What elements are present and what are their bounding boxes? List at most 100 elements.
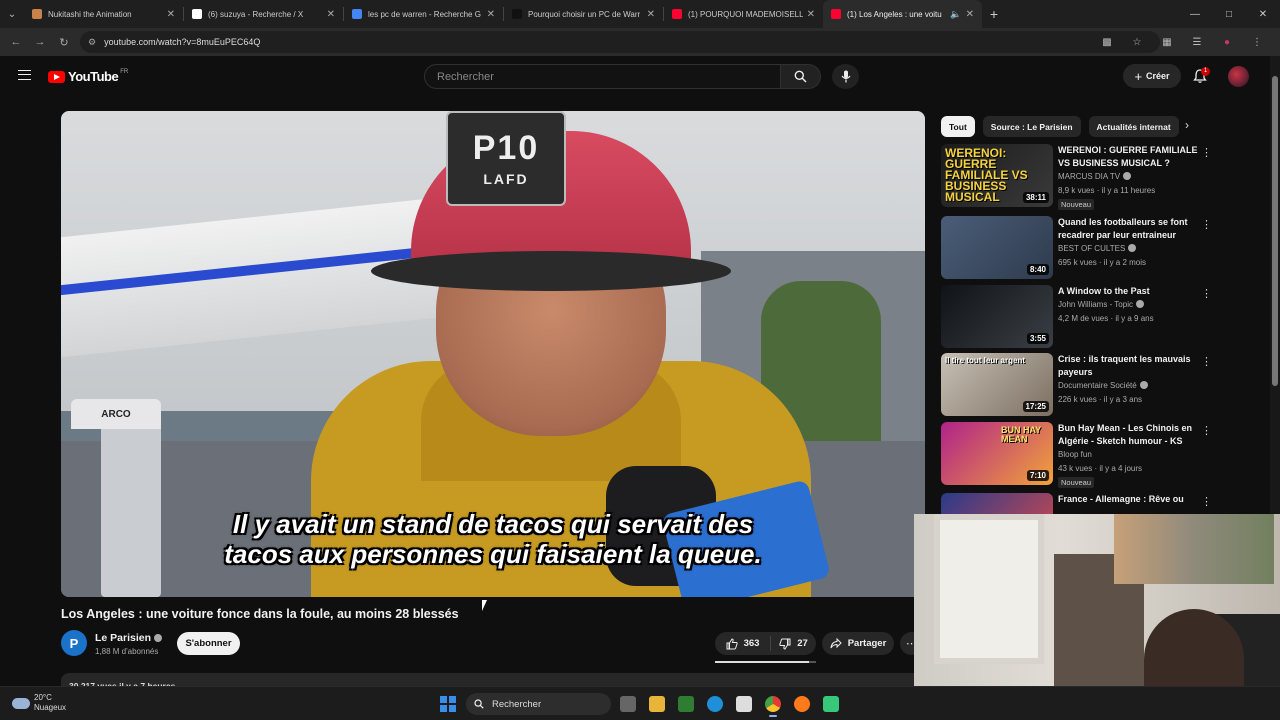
more-options-icon[interactable]: ⋮ (1201, 424, 1212, 437)
browser-tab-0[interactable]: Nukitashi the Animation ✕ (24, 0, 183, 28)
scrollbar-thumb[interactable] (1272, 76, 1278, 386)
firefox-icon[interactable] (794, 696, 810, 712)
recommended-video[interactable]: 8:40 Quand les footballeurs se font recad… (941, 216, 1261, 280)
address-bar[interactable]: ⚙ youtube.com/watch?v=8muEuPEC64Q (80, 31, 1160, 53)
install-app-icon[interactable]: ▩ (1092, 37, 1122, 48)
recommended-channel[interactable]: Bloop fun (1058, 449, 1092, 461)
tab-title: (1) POURQUOI MADEMOISELLE (688, 9, 803, 19)
tab-audio-icon[interactable]: 🔈 (950, 9, 961, 20)
search-button[interactable] (781, 64, 821, 89)
more-options-icon[interactable]: ⋮ (1201, 355, 1212, 368)
recommended-meta: 226 k vues · il y a 3 ans (1058, 395, 1143, 404)
profile-icon[interactable]: ● (1212, 37, 1242, 48)
bookmark-star-icon[interactable]: ☆ (1122, 37, 1152, 48)
recommended-video-title: Crise : ils traquent les mauvais payeurs (1058, 354, 1191, 377)
more-options-icon[interactable]: ⋮ (1201, 146, 1212, 159)
discord-like-app-icon[interactable] (823, 696, 839, 712)
browser-toolbar: ← → ↻ ⚙ youtube.com/watch?v=8muEuPEC64Q … (0, 28, 1280, 56)
video-thumbnail[interactable]: WERENOI: GUERRE FAMILIALE VS BUSINESS MU… (941, 144, 1053, 207)
tab-favicon-icon (831, 9, 841, 19)
chrome-browser-icon[interactable] (765, 696, 781, 717)
station-sign: ARCO (71, 399, 161, 429)
channel-name[interactable]: Le Parisien (95, 632, 163, 644)
more-options-icon[interactable]: ⋮ (1201, 495, 1212, 508)
extensions-puzzle-icon[interactable]: ▦ (1152, 37, 1182, 48)
weather-temperature: 20°C (34, 693, 52, 702)
media-control-icon[interactable]: ☰ (1182, 37, 1212, 48)
recommended-video[interactable]: Il tire tout leur argent 17:25 Crise : ils… (941, 353, 1261, 417)
tab-title: (1) Los Angeles : une voitu (847, 9, 942, 19)
back-arrow-icon[interactable]: ← (4, 36, 28, 48)
tab-search-chevron-icon[interactable]: ⌄ (0, 0, 24, 28)
edge-browser-icon[interactable] (707, 696, 723, 712)
maximize-icon[interactable]: □ (1212, 0, 1246, 28)
tab-title: Nukitashi the Animation (48, 9, 132, 19)
recommended-video[interactable]: BUN HAY MEAN 7:10 Bun Hay Mean - Les Chino… (941, 422, 1261, 488)
taskbar-search[interactable]: Rechercher (466, 693, 611, 715)
tab-close-icon[interactable]: ✕ (167, 9, 175, 20)
site-info-icon[interactable]: ⚙ (88, 37, 96, 48)
account-avatar[interactable] (1228, 66, 1249, 87)
recommended-channel-name: Bloop fun (1058, 450, 1092, 459)
channel-name-text: Le Parisien (95, 632, 152, 644)
reload-icon[interactable]: ↻ (52, 36, 76, 49)
more-options-icon[interactable]: ⋮ (1201, 218, 1212, 231)
subscribe-button[interactable]: S'abonner (177, 632, 240, 655)
thumbnail-caption: Il tire tout leur argent (945, 356, 1026, 365)
video-thumbnail[interactable]: BUN HAY MEAN 7:10 (941, 422, 1053, 485)
menu-hamburger-icon[interactable] (18, 70, 31, 80)
tab-title: les pc de warren - Recherche G (368, 9, 481, 19)
voice-search-button[interactable] (832, 64, 859, 89)
filter-chip-0[interactable]: Tout (941, 116, 975, 137)
recommended-channel[interactable]: MARCUS DIA TV (1058, 171, 1132, 183)
close-window-icon[interactable]: ✕ (1246, 0, 1280, 28)
dislike-button[interactable]: 27 (771, 638, 816, 650)
recommended-channel-name: MARCUS DIA TV (1058, 172, 1121, 181)
weather-widget[interactable]: 20°C Nuageux (12, 693, 66, 713)
browser-tab-3[interactable]: Pourquoi choisir un PC de Warr ✕ (504, 0, 663, 28)
tab-favicon-icon (672, 9, 682, 19)
browser-tab-4[interactable]: (1) POURQUOI MADEMOISELLE ✕ (664, 0, 823, 28)
windows-start-icon[interactable] (440, 696, 456, 712)
tab-close-icon[interactable]: ✕ (327, 9, 335, 20)
microsoft-store-icon[interactable] (736, 696, 752, 712)
video-thumbnail[interactable]: 3:55 (941, 285, 1053, 348)
share-button[interactable]: Partager (822, 632, 894, 655)
video-duration: 17:25 (1022, 401, 1049, 412)
video-thumbnail[interactable]: Il tire tout leur argent 17:25 (941, 353, 1053, 416)
recommended-channel[interactable]: BEST OF CULTES (1058, 243, 1137, 255)
video-thumbnail[interactable]: 8:40 (941, 216, 1053, 279)
chips-next-chevron-icon[interactable]: › (1185, 118, 1189, 132)
webcam-posters (1114, 514, 1274, 584)
filter-chip-2[interactable]: Actualités internat (1088, 116, 1179, 137)
tab-close-icon[interactable]: ✕ (966, 9, 974, 20)
task-view-icon[interactable] (620, 696, 636, 712)
tab-close-icon[interactable]: ✕ (487, 9, 495, 20)
recommended-video[interactable]: 3:55 A Window to the Past John Williams - … (941, 285, 1261, 349)
video-player[interactable]: ARCO P10 LAFD Il y avait un stand de tac… (61, 111, 925, 597)
browser-menu-icon[interactable]: ⋮ (1242, 37, 1272, 48)
browser-tab-5[interactable]: (1) Los Angeles : une voitu 🔈 ✕ (823, 0, 982, 28)
nvidia-icon[interactable] (678, 696, 694, 712)
more-options-icon[interactable]: ⋮ (1201, 287, 1212, 300)
recommended-channel[interactable]: John Williams - Topic (1058, 299, 1144, 311)
tab-close-icon[interactable]: ✕ (807, 9, 815, 20)
youtube-logo[interactable]: YouTube FR (48, 69, 128, 84)
browser-tab-1[interactable]: (6) suzuya - Recherche / X ✕ (184, 0, 343, 28)
recommended-channel[interactable]: Documentaire Société (1058, 380, 1148, 392)
tab-close-icon[interactable]: ✕ (647, 9, 655, 20)
minimize-icon[interactable]: — (1178, 0, 1212, 28)
browser-tab-2[interactable]: les pc de warren - Recherche G ✕ (344, 0, 503, 28)
create-button[interactable]: + Créer (1123, 64, 1181, 88)
file-explorer-icon[interactable] (649, 696, 665, 712)
verified-check-icon (1128, 244, 1137, 252)
recommended-video[interactable]: WERENOI: GUERRE FAMILIALE VS BUSINESS MU… (941, 144, 1261, 210)
search-input[interactable]: Rechercher (424, 64, 781, 89)
new-tab-plus-icon[interactable]: + (982, 6, 1006, 22)
forward-arrow-icon[interactable]: → (28, 36, 52, 48)
filter-chip-1[interactable]: Source : Le Parisien (982, 116, 1081, 137)
like-button[interactable]: 363 (715, 636, 771, 651)
channel-avatar[interactable]: P (61, 630, 87, 656)
recommended-meta: 695 k vues · il y a 2 mois (1058, 258, 1147, 267)
recommended-video-title: WERENOI : GUERRE FAMILIALE VS BUSINESS M… (1058, 145, 1198, 168)
